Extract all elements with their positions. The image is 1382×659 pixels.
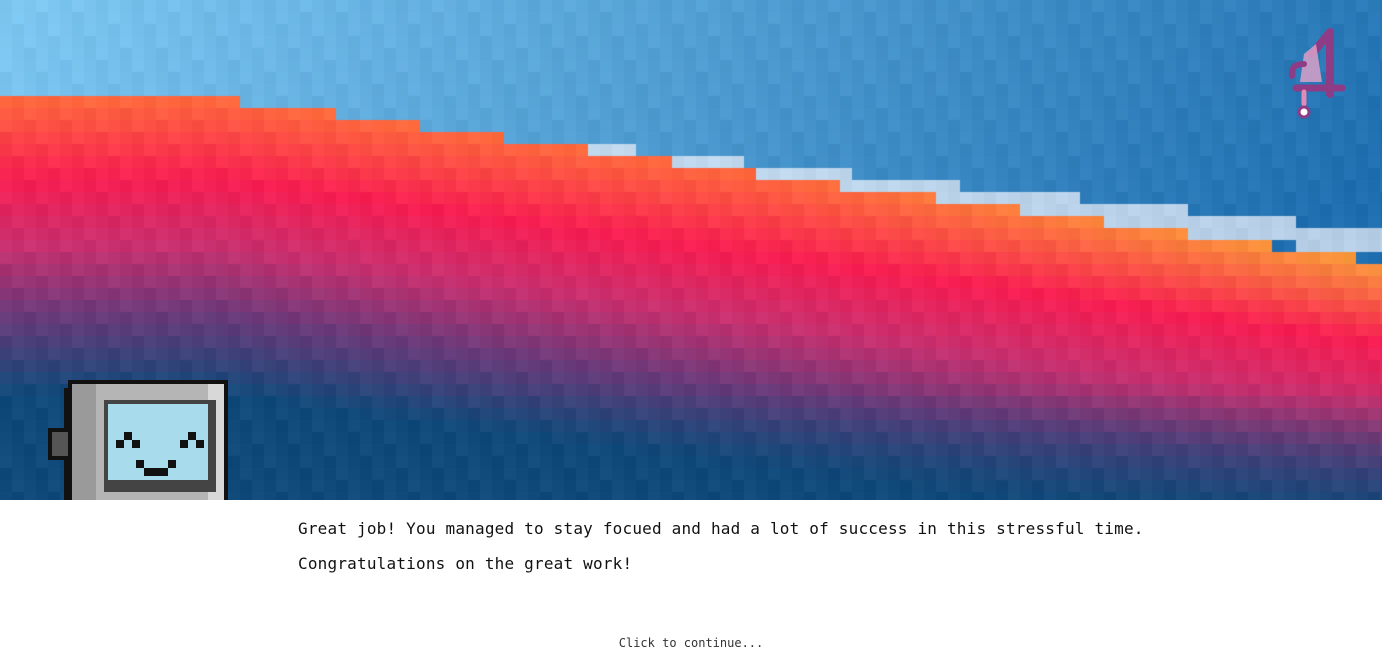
dialog-text-line: Great job! You managed to stay focued an…: [298, 519, 1144, 538]
dialog-box[interactable]: Great job! You managed to stay focued an…: [0, 500, 1382, 659]
click-to-continue-prompt[interactable]: Click to continue...: [0, 636, 1382, 650]
level-badge-icon: [1288, 28, 1346, 119]
dialog-text-line: Congratulations on the great work!: [298, 554, 633, 573]
game-stage[interactable]: Great job! You managed to stay focued an…: [0, 0, 1382, 659]
